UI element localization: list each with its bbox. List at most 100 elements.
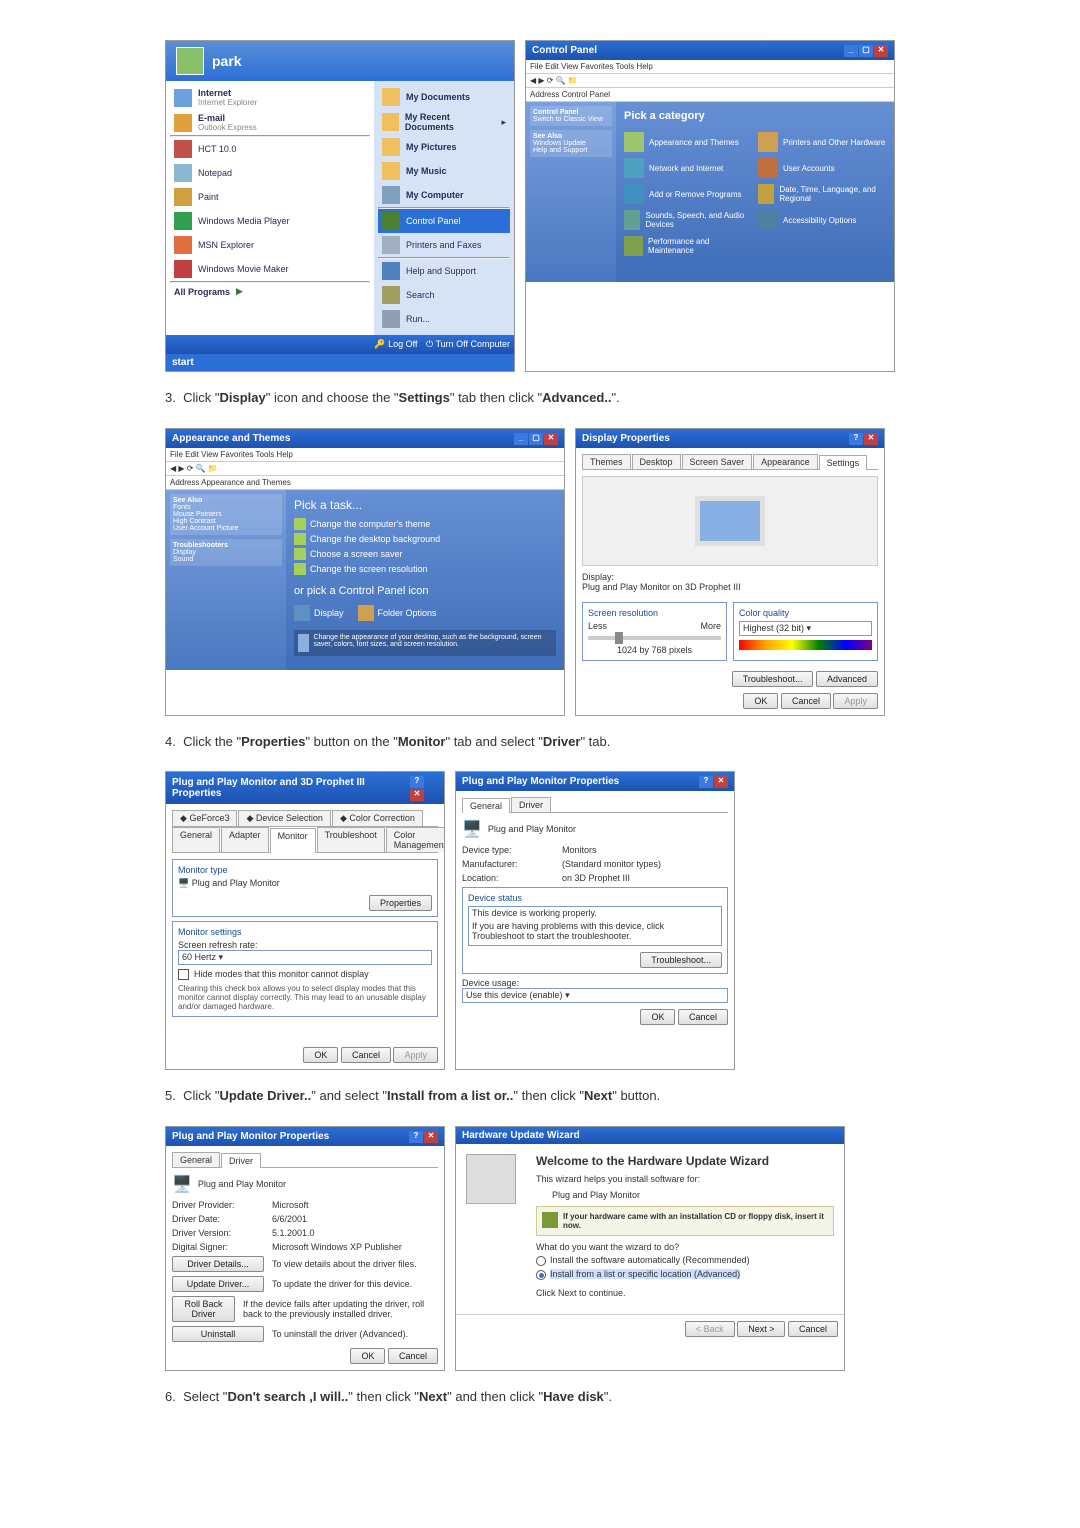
- ok-button[interactable]: OK: [303, 1047, 338, 1063]
- cancel-button[interactable]: Cancel: [781, 693, 831, 709]
- option-list[interactable]: Install from a list or specific location…: [536, 1269, 834, 1280]
- turnoff-button[interactable]: ⏻ Turn Off Computer: [426, 339, 510, 350]
- next-button[interactable]: Next >: [737, 1321, 785, 1337]
- app-msn[interactable]: MSN Explorer: [170, 233, 370, 257]
- folder-options-link[interactable]: Folder Options: [358, 605, 437, 621]
- my-recent[interactable]: My Recent Documents ▸: [378, 109, 510, 135]
- tab-driver[interactable]: Driver: [221, 1153, 261, 1168]
- close-icon[interactable]: ✕: [874, 45, 888, 57]
- help-icon[interactable]: ?: [849, 433, 863, 445]
- tab-adapter[interactable]: Adapter: [221, 827, 269, 852]
- control-panel[interactable]: Control Panel: [378, 209, 510, 233]
- hide-modes-checkbox[interactable]: [178, 969, 189, 980]
- uninstall-button[interactable]: Uninstall: [172, 1326, 264, 1342]
- ok-button[interactable]: OK: [743, 693, 778, 709]
- tab-monitor[interactable]: Monitor: [270, 828, 316, 853]
- app-wmp[interactable]: Windows Media Player: [170, 209, 370, 233]
- app-moviemaker[interactable]: Windows Movie Maker: [170, 257, 370, 281]
- task-background[interactable]: Change the desktop background: [294, 533, 556, 545]
- cat-addremove[interactable]: Add or Remove Programs: [624, 184, 752, 204]
- minimize-icon[interactable]: _: [514, 433, 528, 445]
- my-computer[interactable]: My Computer: [378, 183, 510, 207]
- windows-update-link[interactable]: Windows Update: [533, 140, 609, 147]
- help-icon[interactable]: ?: [699, 776, 713, 788]
- cat-performance[interactable]: Performance and Maintenance: [624, 236, 752, 256]
- update-driver-button[interactable]: Update Driver...: [172, 1276, 264, 1292]
- all-programs[interactable]: All Programs ▶: [170, 283, 370, 300]
- tab-screensaver[interactable]: Screen Saver: [682, 454, 753, 469]
- app-paint[interactable]: Paint: [170, 185, 370, 209]
- close-icon[interactable]: ✕: [714, 776, 728, 788]
- help-icon[interactable]: ?: [409, 1131, 423, 1143]
- run[interactable]: Run...: [378, 307, 510, 331]
- cat-network[interactable]: Network and Internet: [624, 158, 752, 178]
- close-icon[interactable]: ✕: [544, 433, 558, 445]
- tab-themes[interactable]: Themes: [582, 454, 631, 469]
- display-icon-link[interactable]: Display: [294, 605, 344, 621]
- my-documents[interactable]: My Documents: [378, 85, 510, 109]
- cancel-button[interactable]: Cancel: [678, 1009, 728, 1025]
- color-quality-select[interactable]: Highest (32 bit) ▾: [739, 621, 872, 636]
- cat-sounds[interactable]: Sounds, Speech, and Audio Devices: [624, 210, 752, 230]
- apply-button[interactable]: Apply: [393, 1047, 438, 1063]
- app-hct[interactable]: HCT 10.0: [170, 137, 370, 161]
- maximize-icon[interactable]: ▢: [859, 45, 873, 57]
- cat-datetime[interactable]: Date, Time, Language, and Regional: [758, 184, 886, 204]
- ok-button[interactable]: OK: [350, 1348, 385, 1364]
- tab-colormgmt[interactable]: Color Management: [386, 827, 445, 852]
- refresh-rate-select[interactable]: 60 Hertz ▾: [178, 950, 432, 965]
- start-button[interactable]: start: [172, 357, 194, 368]
- apply-button[interactable]: Apply: [833, 693, 878, 709]
- menu-bar[interactable]: File Edit View Favorites Tools Help: [166, 448, 564, 462]
- nav-toolbar[interactable]: ◀ ▶ ⟳ 🔍 📁: [526, 74, 894, 88]
- printers-faxes[interactable]: Printers and Faxes: [378, 233, 510, 257]
- address-bar[interactable]: Address Appearance and Themes: [166, 476, 564, 490]
- advanced-button[interactable]: Advanced: [816, 671, 878, 687]
- properties-button[interactable]: Properties: [369, 895, 432, 911]
- close-icon[interactable]: ✕: [864, 433, 878, 445]
- pinned-email[interactable]: E-mailOutlook Express: [170, 110, 370, 135]
- tab-colorcorr[interactable]: ◆ Color Correction: [332, 810, 423, 826]
- nav-toolbar[interactable]: ◀ ▶ ⟳ 🔍 📁: [166, 462, 564, 476]
- troubleshoot-button[interactable]: Troubleshoot...: [732, 671, 814, 687]
- cat-appearance[interactable]: Appearance and Themes: [624, 132, 752, 152]
- address-bar[interactable]: Address Control Panel: [526, 88, 894, 102]
- ok-button[interactable]: OK: [640, 1009, 675, 1025]
- tab-general[interactable]: General: [172, 1152, 220, 1167]
- logoff-button[interactable]: 🔑 Log Off: [374, 339, 417, 350]
- task-theme[interactable]: Change the computer's theme: [294, 518, 556, 530]
- troubleshoot-button[interactable]: Troubleshoot...: [640, 952, 722, 968]
- search[interactable]: Search: [378, 283, 510, 307]
- minimize-icon[interactable]: _: [844, 45, 858, 57]
- pinned-internet[interactable]: InternetInternet Explorer: [170, 85, 370, 110]
- tab-geforce3[interactable]: ◆ GeForce3: [172, 810, 237, 826]
- close-icon[interactable]: ✕: [424, 1131, 438, 1143]
- cat-printers[interactable]: Printers and Other Hardware: [758, 132, 886, 152]
- app-notepad[interactable]: Notepad: [170, 161, 370, 185]
- cancel-button[interactable]: Cancel: [788, 1321, 838, 1337]
- task-resolution[interactable]: Change the screen resolution: [294, 563, 556, 575]
- tab-desktop[interactable]: Desktop: [632, 454, 681, 469]
- task-screensaver[interactable]: Choose a screen saver: [294, 548, 556, 560]
- back-button[interactable]: < Back: [685, 1321, 735, 1337]
- tab-troubleshoot[interactable]: Troubleshoot: [317, 827, 385, 852]
- maximize-icon[interactable]: ▢: [529, 433, 543, 445]
- cancel-button[interactable]: Cancel: [388, 1348, 438, 1364]
- rollback-driver-button[interactable]: Roll Back Driver: [172, 1296, 235, 1322]
- help-support-link[interactable]: Help and Support: [533, 147, 609, 154]
- menu-bar[interactable]: File Edit View Favorites Tools Help: [526, 60, 894, 74]
- switch-classic-link[interactable]: Switch to Classic View: [533, 116, 609, 123]
- my-music[interactable]: My Music: [378, 159, 510, 183]
- option-auto[interactable]: Install the software automatically (Reco…: [536, 1255, 834, 1266]
- close-icon[interactable]: ✕: [410, 789, 424, 801]
- driver-details-button[interactable]: Driver Details...: [172, 1256, 264, 1272]
- cancel-button[interactable]: Cancel: [341, 1047, 391, 1063]
- resolution-slider[interactable]: [588, 636, 721, 640]
- help-support[interactable]: Help and Support: [378, 259, 510, 283]
- cat-accessibility[interactable]: Accessibility Options: [758, 210, 886, 230]
- tab-general[interactable]: General: [172, 827, 220, 852]
- cat-users[interactable]: User Accounts: [758, 158, 886, 178]
- device-usage-select[interactable]: Use this device (enable) ▾: [462, 988, 728, 1003]
- tab-driver[interactable]: Driver: [511, 797, 551, 812]
- tab-appearance[interactable]: Appearance: [753, 454, 818, 469]
